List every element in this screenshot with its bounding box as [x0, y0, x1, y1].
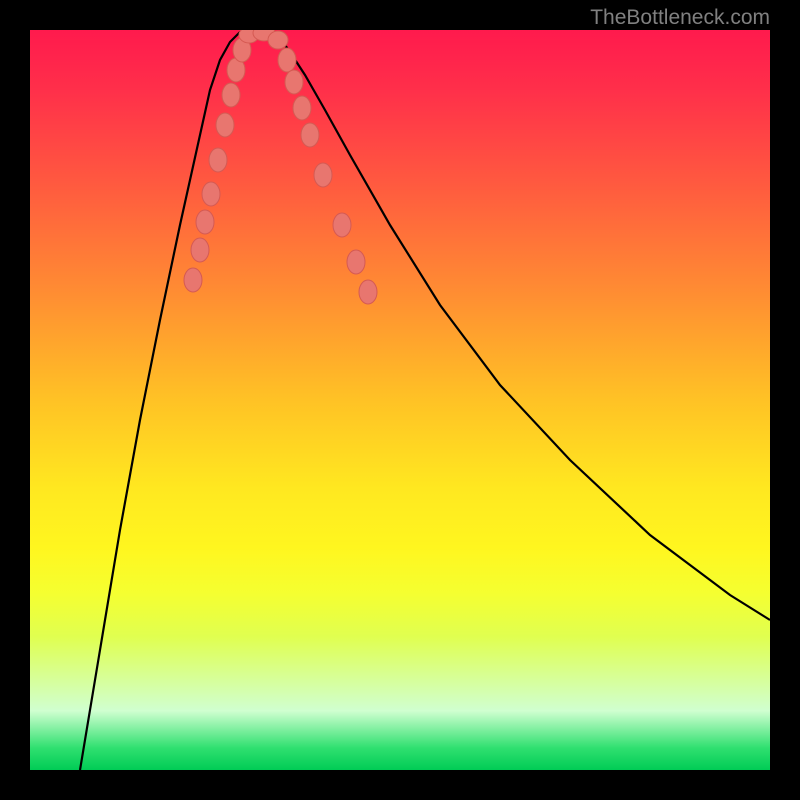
data-marker — [285, 70, 303, 94]
watermark-text: TheBottleneck.com — [590, 6, 770, 30]
data-marker — [278, 48, 296, 72]
data-marker — [268, 31, 288, 49]
data-marker — [216, 113, 234, 137]
data-marker — [293, 96, 311, 120]
bottleneck-curves — [80, 30, 770, 770]
chart-frame: TheBottleneck.com — [0, 0, 800, 800]
plot-area — [30, 30, 770, 770]
data-marker — [191, 238, 209, 262]
data-marker — [222, 83, 240, 107]
data-marker — [314, 163, 332, 187]
data-marker — [184, 268, 202, 292]
data-marker — [196, 210, 214, 234]
data-marker — [301, 123, 319, 147]
data-markers — [184, 30, 377, 304]
data-marker — [359, 280, 377, 304]
data-marker — [209, 148, 227, 172]
data-marker — [347, 250, 365, 274]
curve-bottleneck-curve-right — [270, 30, 770, 620]
curve-bottleneck-curve-left — [80, 30, 245, 770]
data-marker — [333, 213, 351, 237]
chart-svg — [30, 30, 770, 770]
data-marker — [202, 182, 220, 206]
